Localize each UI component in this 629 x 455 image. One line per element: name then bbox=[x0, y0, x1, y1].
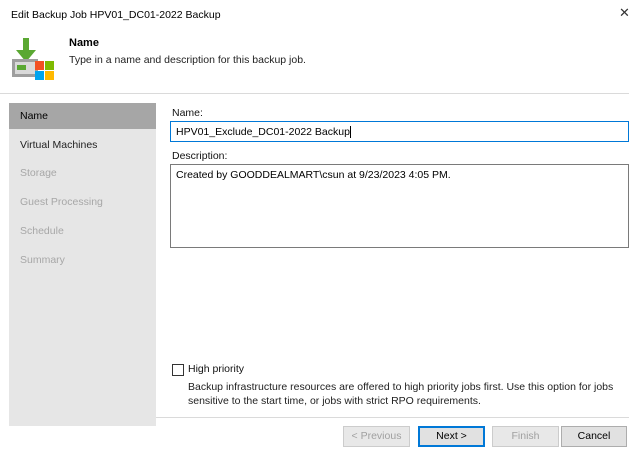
wizard-header: Name Type in a name and description for … bbox=[0, 30, 629, 90]
title-bar: Edit Backup Job HPV01_DC01-2022 Backup ✕ bbox=[0, 0, 629, 26]
edit-backup-job-dialog: Edit Backup Job HPV01_DC01-2022 Backup ✕… bbox=[0, 0, 629, 455]
step-description: Type in a name and description for this … bbox=[69, 54, 306, 66]
description-label: Description: bbox=[172, 150, 228, 162]
job-description-value: Created by GOODDEALMART\csun at 9/23/202… bbox=[176, 169, 451, 181]
sidebar-item-schedule: Schedule bbox=[20, 225, 64, 237]
wizard-steps-sidebar: Name Virtual Machines Storage Guest Proc… bbox=[9, 103, 156, 426]
window-title: Edit Backup Job HPV01_DC01-2022 Backup bbox=[11, 9, 221, 21]
previous-button[interactable]: < Previous bbox=[343, 426, 410, 447]
finish-button[interactable]: Finish bbox=[492, 426, 559, 447]
high-priority-note: Backup infrastructure resources are offe… bbox=[188, 381, 614, 407]
sidebar-item-storage: Storage bbox=[20, 167, 57, 179]
sidebar-item-guest-processing: Guest Processing bbox=[20, 196, 103, 208]
close-icon[interactable]: ✕ bbox=[619, 6, 629, 20]
sidebar-item-virtual-machines[interactable]: Virtual Machines bbox=[9, 132, 156, 158]
sidebar-item-name[interactable]: Name bbox=[9, 103, 156, 129]
step-title: Name bbox=[69, 37, 99, 49]
footer-divider bbox=[156, 417, 629, 418]
job-name-value: HPV01_Exclude_DC01-2022 Backup bbox=[176, 126, 350, 138]
cancel-button[interactable]: Cancel bbox=[561, 426, 627, 447]
high-priority-checkbox[interactable] bbox=[172, 364, 184, 376]
header-divider bbox=[0, 93, 629, 94]
sidebar-item-summary: Summary bbox=[20, 254, 65, 266]
high-priority-label[interactable]: High priority bbox=[188, 363, 244, 375]
veeam-backup-job-icon bbox=[12, 38, 54, 80]
job-description-textarea[interactable]: Created by GOODDEALMART\csun at 9/23/202… bbox=[170, 164, 629, 248]
text-caret bbox=[349, 126, 351, 139]
name-label: Name: bbox=[172, 107, 203, 119]
next-button[interactable]: Next > bbox=[418, 426, 485, 447]
job-name-input[interactable]: HPV01_Exclude_DC01-2022 Backup bbox=[170, 121, 629, 142]
